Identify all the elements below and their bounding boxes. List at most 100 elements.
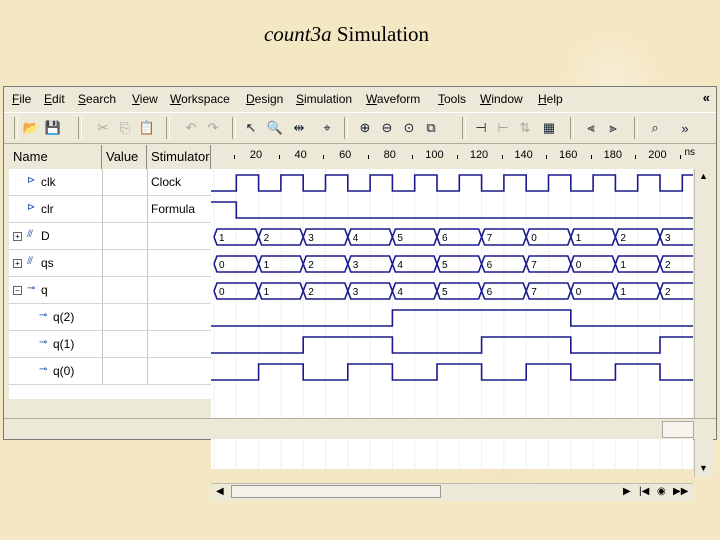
column-header-value[interactable]: Value bbox=[102, 145, 147, 169]
signal-name: q bbox=[41, 283, 48, 297]
slide-title-rest: Simulation bbox=[331, 22, 430, 46]
zoom-icon[interactable]: 🔍 bbox=[266, 119, 284, 137]
q-bus-segment bbox=[690, 282, 709, 300]
scroll-left-icon[interactable]: ◀ bbox=[216, 486, 224, 497]
q-bus-value: 6 bbox=[487, 287, 493, 298]
zoom-out-icon[interactable]: ⊖ bbox=[378, 119, 396, 137]
scroll-up-icon[interactable]: ▲ bbox=[699, 171, 708, 181]
q-bus-value: 3 bbox=[353, 287, 359, 298]
signal-name: D bbox=[41, 229, 50, 243]
input-icon: ⊳ bbox=[27, 202, 36, 213]
zoom-fit-icon[interactable]: ⊙ bbox=[400, 119, 418, 137]
output-icon: ⊸ bbox=[39, 337, 48, 348]
signal-name: clk bbox=[41, 175, 56, 189]
save-icon[interactable]: 💾 bbox=[44, 119, 62, 137]
time-ruler[interactable]: ns 20 40 60 80 100 120 140 160 180 200 bbox=[211, 145, 695, 170]
align-right-icon[interactable]: ⫸ bbox=[604, 119, 622, 137]
column-header-name[interactable]: Name bbox=[9, 145, 102, 169]
D-bus-value: 7 bbox=[487, 233, 493, 244]
menu-window[interactable]: Window bbox=[480, 92, 523, 106]
time-tick-label: 40 bbox=[294, 149, 307, 161]
signal-row-qs[interactable]: + ⫻ qs bbox=[9, 250, 211, 277]
menu-waveform[interactable]: Waveform bbox=[366, 92, 420, 106]
expand-icon[interactable]: + bbox=[13, 232, 22, 241]
measure-icon[interactable]: ⇹ bbox=[290, 119, 308, 137]
scroll-thumb[interactable] bbox=[231, 485, 441, 498]
menu-file[interactable]: File bbox=[12, 92, 31, 106]
play-icon[interactable]: ▶ bbox=[623, 486, 631, 497]
D-bus-value: 0 bbox=[531, 233, 537, 244]
D-bus-value: 1 bbox=[576, 233, 582, 244]
copy-icon[interactable]: ⎘ bbox=[116, 119, 134, 137]
record-icon[interactable]: ◉ bbox=[657, 486, 666, 497]
signal-row-D[interactable]: + ⫻ D bbox=[9, 223, 211, 250]
signal-list: ⊳ clk Clock ⊳ clr Formula + ⫻ D + ⫻ qs − ⊸ q ⊸ q(2) ⊸ q(1)… bbox=[9, 169, 211, 399]
menu-design[interactable]: Design bbox=[246, 92, 283, 106]
menu-simulation[interactable]: Simulation bbox=[296, 92, 352, 106]
signal-row-clk[interactable]: ⊳ clk Clock bbox=[9, 169, 211, 196]
output-icon: ⊸ bbox=[27, 283, 36, 294]
signal-row-clr[interactable]: ⊳ clr Formula bbox=[9, 196, 211, 223]
add-signal-icon[interactable]: ⊣ bbox=[472, 119, 490, 137]
zoom-in-icon[interactable]: ⊕ bbox=[356, 119, 374, 137]
sort-icon[interactable]: ⇅ bbox=[516, 119, 534, 137]
properties-icon[interactable]: ▦ bbox=[540, 119, 558, 137]
signal-name: q(2) bbox=[53, 310, 75, 324]
scroll-down-icon[interactable]: ▼ bbox=[699, 463, 708, 473]
D-bus-value: 1 bbox=[219, 233, 225, 244]
q-bus-value: 0 bbox=[576, 287, 582, 298]
zoom-area-icon[interactable]: ⧉ bbox=[422, 119, 440, 137]
qs-bus-value: 1 bbox=[620, 260, 626, 271]
expand-icon[interactable]: + bbox=[13, 259, 22, 268]
D-bus-segment bbox=[690, 228, 709, 246]
D-bus-value: 3 bbox=[665, 233, 671, 244]
D-bus-value: 4 bbox=[353, 233, 359, 244]
step-back-icon[interactable]: |◀ bbox=[639, 486, 649, 497]
slide-title: count3a Simulation bbox=[0, 22, 693, 47]
menu-tools[interactable]: Tools bbox=[438, 92, 466, 106]
menu-workspace[interactable]: Workspace bbox=[170, 92, 230, 106]
collapse-icon[interactable]: − bbox=[13, 286, 22, 295]
simulator-window: « File Edit Search View Workspace Design Simul… bbox=[3, 86, 717, 501]
clk-waveform bbox=[211, 174, 693, 192]
D-bus-value: 2 bbox=[620, 233, 626, 244]
status-bar bbox=[4, 418, 716, 439]
horizontal-scrollbar[interactable]: ◀ ▶ |◀ ◉ ▶▶ bbox=[211, 483, 693, 501]
qs-bus-value: 6 bbox=[487, 260, 493, 271]
find-icon[interactable]: ⌕ bbox=[646, 119, 664, 137]
menu-search[interactable]: Search bbox=[78, 92, 116, 106]
menu-bar: « File Edit Search View Workspace Design Simul… bbox=[4, 87, 716, 111]
menu-edit[interactable]: Edit bbox=[44, 92, 65, 106]
signal-row-q2[interactable]: ⊸ q(2) bbox=[9, 304, 211, 331]
output-icon: ⊸ bbox=[39, 364, 48, 375]
time-tick-label: 100 bbox=[425, 149, 444, 161]
undo-icon[interactable]: ↶ bbox=[182, 119, 200, 137]
qs-bus-segment bbox=[690, 255, 709, 273]
q-bus-value: 1 bbox=[620, 287, 626, 298]
signal-stimulator: Clock bbox=[151, 175, 182, 189]
menu-view[interactable]: View bbox=[132, 92, 158, 106]
time-tick-label: 60 bbox=[339, 149, 352, 161]
open-icon[interactable]: 📂 bbox=[22, 119, 40, 137]
toolbar-overflow-icon[interactable]: » bbox=[676, 119, 694, 137]
paste-icon[interactable]: 📋 bbox=[138, 119, 156, 137]
signal-row-q0[interactable]: ⊸ q(0) bbox=[9, 358, 211, 385]
signal-row-q1[interactable]: ⊸ q(1) bbox=[9, 331, 211, 358]
column-header-stimulator[interactable]: Stimulator bbox=[147, 145, 211, 169]
qs-bus-value: 1 bbox=[264, 260, 270, 271]
cut-icon[interactable]: ✂ bbox=[94, 119, 112, 137]
redo-icon[interactable]: ↷ bbox=[204, 119, 222, 137]
input-icon: ⊳ bbox=[27, 175, 36, 186]
signal-name: qs bbox=[41, 256, 54, 270]
cursor-icon[interactable]: ⌖ bbox=[318, 119, 336, 137]
q-bus-value: 4 bbox=[397, 287, 403, 298]
signal-name: q(0) bbox=[53, 364, 75, 378]
remove-signal-icon[interactable]: ⊢ bbox=[494, 119, 512, 137]
align-left-icon[interactable]: ⫷ bbox=[582, 119, 600, 137]
menu-help[interactable]: Help bbox=[538, 92, 563, 106]
menu-overflow-icon[interactable]: « bbox=[703, 90, 710, 105]
select-icon[interactable]: ↖ bbox=[242, 119, 260, 137]
signal-row-q[interactable]: − ⊸ q bbox=[9, 277, 211, 304]
q-bus-value: 0 bbox=[219, 287, 225, 298]
fast-forward-icon[interactable]: ▶▶ bbox=[673, 486, 688, 497]
